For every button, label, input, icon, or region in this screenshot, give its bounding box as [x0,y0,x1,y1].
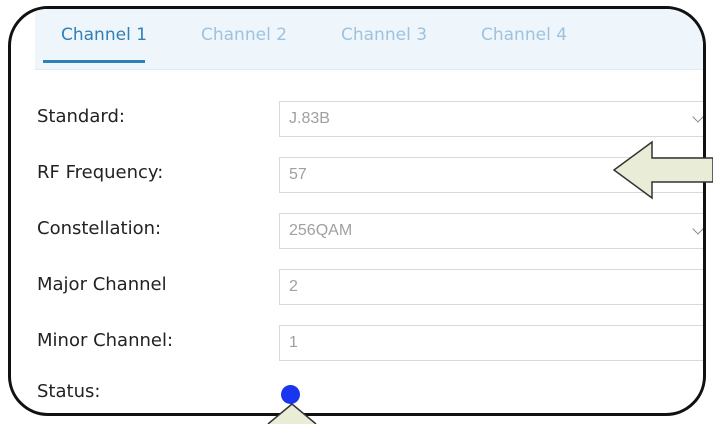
left-arrow-icon [612,140,713,200]
annotation-overlay [267,140,713,424]
up-arrow-icon [267,403,317,424]
